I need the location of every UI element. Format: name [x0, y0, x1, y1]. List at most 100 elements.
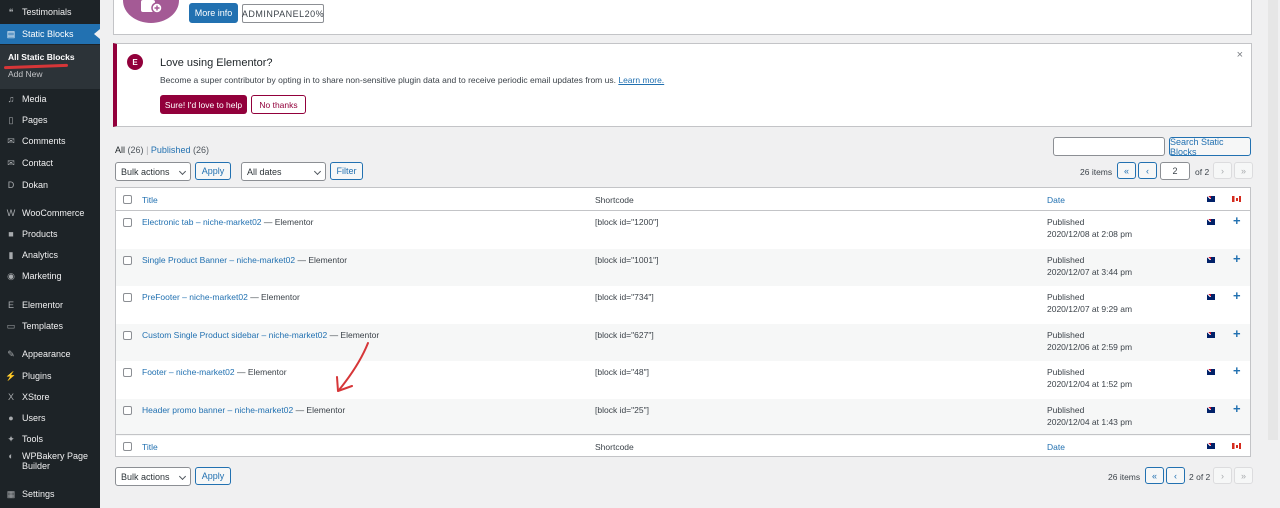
flag-au-icon: [1207, 196, 1215, 202]
bulk-actions-select-bottom[interactable]: Bulk actions: [115, 467, 191, 486]
no-thanks-button[interactable]: No thanks: [251, 95, 306, 114]
flag-au-icon: [1207, 256, 1215, 263]
sidebar-item-media[interactable]: ♫ Media: [0, 89, 100, 109]
column-title-footer[interactable]: Title: [142, 442, 158, 452]
add-translation-icon[interactable]: +: [1233, 289, 1241, 302]
sidebar-item-label: Elementor: [22, 300, 64, 310]
filter-button[interactable]: Filter: [330, 162, 363, 180]
add-translation-icon[interactable]: +: [1233, 402, 1241, 415]
row-date: 2020/12/06 at 2:59 pm: [1047, 341, 1133, 352]
select-all-checkbox-footer[interactable]: [123, 442, 132, 451]
column-date[interactable]: Date: [1047, 195, 1065, 205]
row-shortcode: [block id="25"]: [595, 404, 649, 415]
prev-page-button-bottom[interactable]: ‹: [1166, 467, 1185, 484]
sidebar-item-label: WPBakery Page: [22, 451, 89, 461]
current-page-input[interactable]: 2: [1160, 162, 1190, 180]
row-title-link[interactable]: Single Product Banner – niche-market02: [142, 255, 295, 265]
row-title-link[interactable]: Custom Single Product sidebar – niche-ma…: [142, 330, 327, 340]
row-title-link[interactable]: Header promo banner – niche-market02: [142, 405, 293, 415]
row-checkbox[interactable]: [123, 293, 132, 302]
sidebar-item-label: Users: [22, 413, 46, 423]
sidebar-item-templates[interactable]: ▭ Templates: [0, 316, 100, 336]
submenu-add-new[interactable]: Add New: [8, 69, 43, 79]
more-info-button[interactable]: More info: [189, 3, 238, 23]
row-shortcode: [block id="734"]: [595, 292, 654, 302]
row-checkbox[interactable]: [123, 255, 132, 265]
xstore-icon: X: [7, 392, 14, 402]
sidebar-item-tools[interactable]: ✦ Tools: [0, 429, 100, 449]
next-page-button-bottom: ›: [1213, 467, 1232, 484]
row-date: 2020/12/08 at 2:08 pm: [1047, 229, 1133, 239]
row-checkbox[interactable]: [123, 330, 132, 340]
submenu-all-static-blocks[interactable]: All Static Blocks: [8, 52, 75, 62]
learn-more-link[interactable]: Learn more.: [618, 75, 664, 85]
search-static-blocks-button[interactable]: Search Static Blocks: [1169, 137, 1251, 157]
sidebar-item-settings[interactable]: ▦ Settings: [0, 484, 100, 504]
promo-box: More info ADMINPANEL20%: [113, 0, 1252, 35]
column-date-footer[interactable]: Date: [1047, 442, 1065, 452]
row-title-suffix: — Elementor: [234, 367, 287, 377]
sidebar-item-pages[interactable]: ▯ Pages: [0, 110, 100, 130]
apply-button-bottom[interactable]: Apply: [195, 467, 231, 485]
table-row: Electronic tab – niche-market02 — Elemen…: [116, 211, 1250, 249]
opt-in-button[interactable]: Sure! I'd love to help: [160, 95, 247, 114]
sidebar-item-wpbakery-page[interactable]: ◐ WPBakery Page Builder: [0, 451, 100, 475]
comments-icon: ✉: [7, 135, 15, 146]
sidebar-item-label: XStore: [22, 392, 50, 402]
sidebar-item-label: Products: [22, 229, 58, 239]
sidebar-item-users[interactable]: ● Users: [0, 408, 100, 428]
sidebar-item-label: Appearance: [22, 349, 71, 359]
table-row: Header promo banner – niche-market02 — E…: [116, 398, 1250, 436]
row-title-link[interactable]: Electronic tab – niche-market02: [142, 217, 262, 227]
add-translation-icon[interactable]: +: [1233, 252, 1241, 265]
apply-button[interactable]: Apply: [195, 162, 231, 180]
table-row: Single Product Banner – niche-market02 —…: [116, 248, 1250, 286]
sidebar-item-contact[interactable]: ✉ Contact: [0, 153, 100, 173]
row-checkbox[interactable]: [123, 368, 132, 377]
add-translation-icon[interactable]: +: [1233, 327, 1241, 340]
media-icon: ♫: [7, 94, 15, 104]
date-filter-select[interactable]: All dates: [241, 162, 326, 181]
first-page-button-bottom[interactable]: «: [1145, 467, 1164, 484]
row-checkbox[interactable]: [123, 405, 132, 415]
row-title-cell: Single Product Banner – niche-market02 —…: [142, 255, 347, 265]
sidebar-item-label: Plugins: [22, 371, 52, 381]
sidebar-item-label: Testimonials: [22, 7, 72, 17]
sidebar-item-label: Tools: [22, 434, 44, 444]
sidebar-item-products[interactable]: ■ Products: [0, 224, 100, 244]
sidebar-item-marketing[interactable]: ◉ Marketing: [0, 266, 100, 286]
sidebar-item-analytics[interactable]: ▮ Analytics: [0, 245, 100, 265]
total-pages: of 2: [1195, 167, 1210, 177]
sidebar-item-woocommerce[interactable]: W WooCommerce: [0, 203, 100, 223]
select-all-checkbox[interactable]: [123, 195, 132, 204]
sidebar-item-static-blocks[interactable]: ▤ Static Blocks: [0, 24, 100, 44]
row-title-suffix: — Elementor: [293, 404, 346, 415]
sidebar-item-label: Pages: [22, 115, 48, 125]
row-checkbox[interactable]: [123, 218, 132, 227]
sidebar-item-label: Marketing: [22, 271, 62, 281]
first-page-button[interactable]: «: [1117, 162, 1136, 179]
close-icon[interactable]: ×: [1237, 49, 1243, 61]
prev-page-button[interactable]: ‹: [1138, 162, 1157, 179]
sidebar-item-label: Settings: [22, 489, 55, 499]
row-title-link[interactable]: PreFooter – niche-market02: [142, 292, 248, 302]
sidebar-item-dokan[interactable]: D Dokan: [0, 175, 100, 195]
view-published-link[interactable]: Published: [151, 145, 191, 155]
scrollbar-thumb[interactable]: [1268, 0, 1278, 440]
bulk-actions-select[interactable]: Bulk actions: [115, 162, 191, 181]
sidebar-item-elementor[interactable]: E Elementor: [0, 295, 100, 315]
sidebar-item-appearance[interactable]: ✎ Appearance: [0, 344, 100, 364]
sidebar-item-xstore[interactable]: X XStore: [0, 387, 100, 407]
add-translation-icon[interactable]: +: [1233, 214, 1241, 227]
row-title-link[interactable]: Footer – niche-market02: [142, 367, 235, 377]
column-title[interactable]: Title: [142, 195, 158, 205]
sidebar-item-testimonials[interactable]: ❝ Testimonials: [0, 2, 100, 22]
sidebar-item-comments[interactable]: ✉ Comments: [0, 131, 100, 151]
flag-au-icon: [1207, 219, 1215, 225]
sidebar-item-plugins[interactable]: ⚡ Plugins: [0, 366, 100, 386]
row-shortcode: [block id="1001"]: [595, 254, 659, 265]
add-translation-icon[interactable]: +: [1233, 364, 1241, 377]
search-input[interactable]: [1053, 137, 1165, 156]
view-all-link[interactable]: All: [115, 145, 125, 155]
elementor-notice: E Love using Elementor? Become a super c…: [113, 43, 1252, 127]
